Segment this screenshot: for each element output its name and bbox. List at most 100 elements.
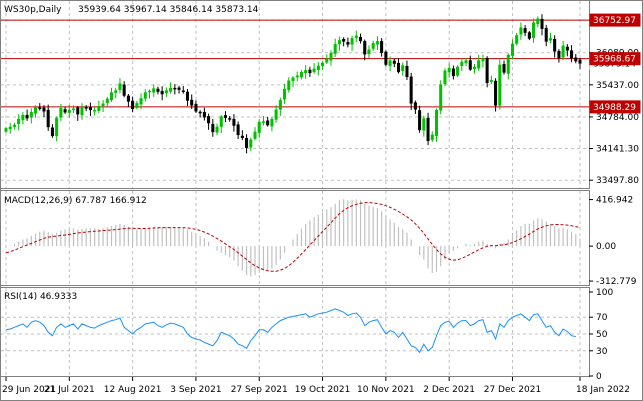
candle-body <box>321 62 325 67</box>
candle-body <box>540 18 544 29</box>
time-tick-label: 3 Sep 2021 <box>170 385 221 395</box>
candle-body <box>215 126 219 133</box>
candle-body <box>405 66 409 78</box>
candle-body <box>489 79 493 82</box>
time-tick-label: 18 Jan 2022 <box>576 385 630 395</box>
candle-body <box>299 72 303 78</box>
candle-body <box>236 124 240 136</box>
candle-body <box>245 137 249 148</box>
candle-body <box>139 98 143 105</box>
candle-body <box>460 61 464 67</box>
candle-body <box>194 103 198 112</box>
candle-body <box>160 90 164 95</box>
candle-body <box>570 50 574 59</box>
candle-body <box>257 121 261 133</box>
macd-tick-label: 416.942 <box>596 196 633 206</box>
candle-body <box>261 121 265 123</box>
rsi-tick-label: 50 <box>596 330 608 340</box>
time-tick-label: 21 Jul 2021 <box>44 385 95 395</box>
candle-body <box>131 100 135 110</box>
candle-body <box>333 44 337 54</box>
candle-body <box>422 118 426 131</box>
candle-body <box>413 102 417 110</box>
candle-body <box>527 32 531 39</box>
candle-body <box>337 40 341 45</box>
candle-body <box>350 38 354 45</box>
candle-body <box>147 90 152 93</box>
candle-body <box>211 123 215 133</box>
candle-body <box>515 35 519 44</box>
candle-body <box>270 118 274 127</box>
candle-body <box>536 18 540 25</box>
rsi-tick-label: 0 <box>596 372 602 382</box>
candle-body <box>295 75 299 78</box>
candle-body <box>266 120 270 126</box>
candle-body <box>316 65 320 70</box>
candle-body <box>388 60 392 66</box>
candle-body <box>114 90 118 93</box>
candle-body <box>426 117 430 141</box>
candle-body <box>472 66 477 69</box>
candle-body <box>46 109 50 128</box>
candle-body <box>173 87 177 90</box>
candle-body <box>76 107 80 115</box>
candle-body <box>485 57 489 83</box>
price-tag-upper-text: 36752.97 <box>593 16 636 26</box>
candle-body <box>38 107 42 109</box>
candle-body <box>240 135 244 139</box>
time-tick-label: 10 Nov 2021 <box>357 385 415 395</box>
candle-body <box>346 41 350 45</box>
price-tag-middle-text: 35968.67 <box>593 55 636 65</box>
candle-body <box>207 116 211 124</box>
candle-body <box>253 131 257 139</box>
candle-body <box>304 70 308 74</box>
candle-body <box>371 43 375 49</box>
candle-body <box>502 63 506 73</box>
candle-body <box>4 128 8 132</box>
candle-body <box>456 66 460 76</box>
candle-body <box>126 95 130 102</box>
candle-body <box>291 77 295 81</box>
candle-body <box>59 108 63 118</box>
candle-body <box>219 116 223 127</box>
candle-body <box>439 84 443 111</box>
price-tag-lower-text: 34988.29 <box>593 103 636 113</box>
macd-label: MACD(12,26,9) 67.787 166.912 <box>4 196 147 206</box>
candle-body <box>249 139 253 148</box>
candle-body <box>156 88 160 92</box>
candle-body <box>561 45 565 58</box>
price-tick-label: 34141.30 <box>596 145 639 155</box>
candle-body <box>228 118 232 120</box>
time-tick-label: 27 Dec 2021 <box>484 385 542 395</box>
price-tick-label: 35437.00 <box>596 81 639 91</box>
candle-body <box>25 114 29 119</box>
candle-body <box>109 92 114 100</box>
candle-body <box>169 87 173 92</box>
candle-body <box>105 98 109 103</box>
candle-body <box>519 27 523 35</box>
candle-body <box>384 51 388 65</box>
candle-body <box>177 87 181 90</box>
candle-body <box>574 57 578 62</box>
candle-body <box>84 107 88 109</box>
candle-body <box>553 38 557 52</box>
candle-body <box>143 92 147 99</box>
price-tick-label: 34784.00 <box>596 113 639 123</box>
time-tick-label: 19 Oct 2021 <box>295 385 351 395</box>
candle-body <box>498 64 502 106</box>
candle-body <box>548 38 552 41</box>
candle-body <box>283 88 287 100</box>
candle-body <box>8 126 12 130</box>
candle-body <box>12 124 16 127</box>
candle-body <box>232 118 236 126</box>
candle-body <box>443 70 447 85</box>
candle-body <box>451 68 455 77</box>
candle-body <box>468 60 472 70</box>
candle-body <box>464 60 468 64</box>
candle-body <box>506 54 510 74</box>
candle-body <box>510 43 514 56</box>
rsi-label: RSI(14) 46.9333 <box>4 292 77 302</box>
candle-body <box>72 108 76 111</box>
time-tick-label: 27 Sep 2021 <box>231 385 288 395</box>
candle-body <box>523 28 527 33</box>
